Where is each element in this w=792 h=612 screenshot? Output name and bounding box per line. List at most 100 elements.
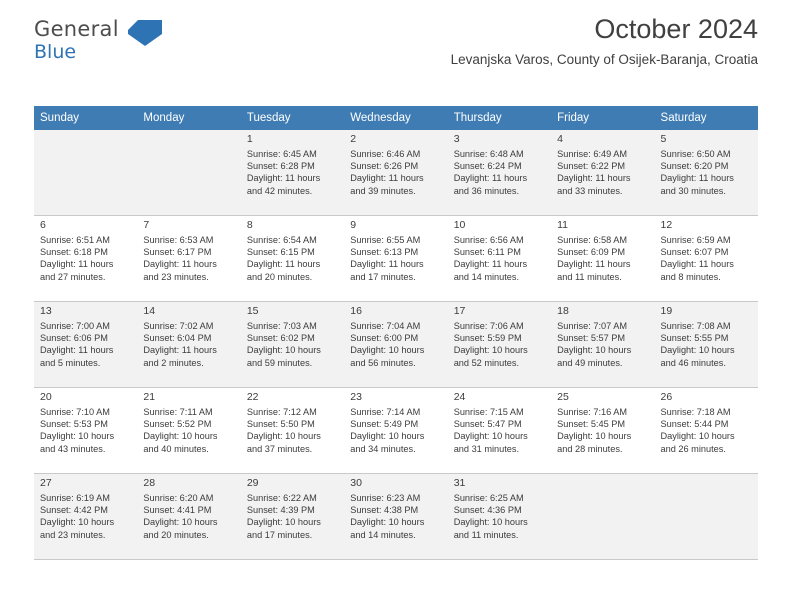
- day-details: Sunrise: 6:55 AM Sunset: 6:13 PM Dayligh…: [350, 235, 424, 282]
- day-number: 24: [453, 391, 466, 403]
- weekday-saturday: Saturday: [654, 106, 758, 130]
- day-details: Sunrise: 6:49 AM Sunset: 6:22 PM Dayligh…: [557, 149, 631, 196]
- day-cell: 5 Sunrise: 6:50 AM Sunset: 6:20 PM Daylig…: [654, 130, 758, 216]
- day-details: Sunrise: 7:18 AM Sunset: 5:44 PM Dayligh…: [660, 407, 735, 454]
- day-cell: 9 Sunrise: 6:55 AM Sunset: 6:13 PM Daylig…: [344, 215, 448, 302]
- croatia-flag-icon: [126, 18, 162, 46]
- weekday-thursday: Thursday: [447, 106, 552, 130]
- day-cell: 12 Sunrise: 6:59 AM Sunset: 6:07 PM Dayli…: [654, 215, 758, 302]
- day-details: Sunrise: 6:23 AM Sunset: 4:38 PM Dayligh…: [350, 493, 425, 540]
- page-title: October 2024: [594, 14, 758, 44]
- day-cell: 13 Sunrise: 7:00 AM Sunset: 6:06 PM Dayli…: [34, 301, 138, 388]
- day-number: 21: [143, 391, 156, 403]
- brand-logo: General Blue: [34, 18, 234, 70]
- day-cell: 7 Sunrise: 6:53 AM Sunset: 6:17 PM Daylig…: [137, 215, 241, 302]
- day-number: 14: [143, 305, 156, 317]
- day-details: Sunrise: 7:14 AM Sunset: 5:49 PM Dayligh…: [350, 407, 425, 454]
- day-number: 29: [246, 477, 259, 489]
- day-cell: 26 Sunrise: 7:18 AM Sunset: 5:44 PM Dayli…: [654, 387, 758, 474]
- day-number: 17: [453, 305, 466, 317]
- day-details: Sunrise: 7:06 AM Sunset: 5:59 PM Dayligh…: [453, 321, 528, 368]
- day-number: 6: [40, 219, 46, 231]
- day-cell: 2 Sunrise: 6:46 AM Sunset: 6:26 PM Daylig…: [344, 130, 448, 216]
- weekday-tuesday: Tuesday: [240, 106, 345, 130]
- day-cell: 28 Sunrise: 6:20 AM Sunset: 4:41 PM Dayli…: [137, 473, 241, 560]
- day-number: 31: [453, 477, 466, 489]
- day-details: Sunrise: 7:15 AM Sunset: 5:47 PM Dayligh…: [453, 407, 528, 454]
- weekday-sunday: Sunday: [34, 106, 138, 130]
- day-number: 25: [557, 391, 569, 403]
- day-cell: 3 Sunrise: 6:48 AM Sunset: 6:24 PM Daylig…: [447, 130, 552, 216]
- day-number: 19: [660, 305, 673, 317]
- day-details: Sunrise: 7:10 AM Sunset: 5:53 PM Dayligh…: [40, 407, 115, 454]
- day-cell: [654, 473, 758, 560]
- day-details: Sunrise: 7:03 AM Sunset: 6:02 PM Dayligh…: [246, 321, 321, 368]
- weekday-wednesday: Wednesday: [344, 106, 448, 130]
- day-cell: [137, 130, 241, 216]
- calendar-week-row: 1 Sunrise: 6:45 AM Sunset: 6:28 PM Daylig…: [34, 130, 758, 216]
- day-details: Sunrise: 6:50 AM Sunset: 6:20 PM Dayligh…: [660, 149, 734, 196]
- day-cell: 8 Sunrise: 6:54 AM Sunset: 6:15 PM Daylig…: [240, 215, 345, 302]
- weekday-friday: Friday: [551, 106, 655, 130]
- day-number: 15: [246, 305, 259, 317]
- calendar-week-row: 20 Sunrise: 7:10 AM Sunset: 5:53 PM Dayli…: [34, 387, 758, 474]
- day-cell: 25 Sunrise: 7:16 AM Sunset: 5:45 PM Dayli…: [551, 387, 655, 474]
- day-details: Sunrise: 6:59 AM Sunset: 6:07 PM Dayligh…: [660, 235, 734, 282]
- day-number: 9: [350, 219, 357, 231]
- day-cell: 14 Sunrise: 7:02 AM Sunset: 6:04 PM Dayli…: [137, 301, 241, 388]
- day-number: 30: [350, 477, 362, 489]
- calendar-week-row: 6 Sunrise: 6:51 AM Sunset: 6:18 PM Daylig…: [34, 215, 758, 302]
- day-cell: 17 Sunrise: 7:06 AM Sunset: 5:59 PM Dayli…: [447, 301, 552, 388]
- day-cell: 16 Sunrise: 7:04 AM Sunset: 6:00 PM Dayli…: [344, 301, 448, 388]
- day-cell: 31 Sunrise: 6:25 AM Sunset: 4:36 PM Dayli…: [447, 473, 552, 560]
- day-cell: 15 Sunrise: 7:03 AM Sunset: 6:02 PM Dayli…: [240, 301, 345, 388]
- day-number: 8: [246, 219, 253, 231]
- page-subtitle: Levanjska Varos, County of Osijek-Baranj…: [450, 52, 758, 67]
- day-number: 20: [40, 391, 52, 403]
- day-cell: 18 Sunrise: 7:07 AM Sunset: 5:57 PM Dayli…: [551, 301, 655, 388]
- day-cell: 30 Sunrise: 6:23 AM Sunset: 4:38 PM Dayli…: [344, 473, 448, 560]
- day-number: 11: [557, 219, 569, 231]
- calendar-page: General Blue October 2024 Levanjska Varo…: [0, 0, 792, 612]
- day-number: 18: [557, 305, 569, 317]
- day-number: 12: [660, 219, 673, 231]
- day-details: Sunrise: 7:16 AM Sunset: 5:45 PM Dayligh…: [557, 407, 632, 454]
- day-number: 4: [557, 133, 563, 145]
- day-cell: 11 Sunrise: 6:58 AM Sunset: 6:09 PM Dayli…: [551, 215, 655, 302]
- day-details: Sunrise: 7:02 AM Sunset: 6:04 PM Dayligh…: [143, 321, 217, 368]
- day-cell: 22 Sunrise: 7:12 AM Sunset: 5:50 PM Dayli…: [240, 387, 345, 474]
- day-number: 2: [350, 133, 357, 145]
- day-details: Sunrise: 6:20 AM Sunset: 4:41 PM Dayligh…: [143, 493, 218, 540]
- day-cell: 20 Sunrise: 7:10 AM Sunset: 5:53 PM Dayli…: [34, 387, 138, 474]
- day-details: Sunrise: 7:12 AM Sunset: 5:50 PM Dayligh…: [246, 407, 321, 454]
- day-cell: 29 Sunrise: 6:22 AM Sunset: 4:39 PM Dayli…: [240, 473, 345, 560]
- day-cell: [551, 473, 655, 560]
- day-cell: [34, 130, 138, 216]
- day-cell: 21 Sunrise: 7:11 AM Sunset: 5:52 PM Dayli…: [137, 387, 241, 474]
- day-details: Sunrise: 6:48 AM Sunset: 6:24 PM Dayligh…: [453, 149, 528, 196]
- day-number: 26: [660, 391, 673, 403]
- calendar-week-row: 27 Sunrise: 6:19 AM Sunset: 4:42 PM Dayli…: [34, 473, 758, 560]
- day-cell: 23 Sunrise: 7:14 AM Sunset: 5:49 PM Dayli…: [344, 387, 448, 474]
- day-number: 16: [350, 305, 362, 317]
- day-details: Sunrise: 6:51 AM Sunset: 6:18 PM Dayligh…: [40, 235, 114, 282]
- calendar-header-row: Sunday Monday Tuesday Wednesday Thursday…: [34, 106, 758, 130]
- day-details: Sunrise: 6:56 AM Sunset: 6:11 PM Dayligh…: [453, 235, 528, 282]
- day-number: 10: [453, 219, 466, 231]
- day-cell: 19 Sunrise: 7:08 AM Sunset: 5:55 PM Dayli…: [654, 301, 758, 388]
- day-details: Sunrise: 7:08 AM Sunset: 5:55 PM Dayligh…: [660, 321, 735, 368]
- day-details: Sunrise: 7:00 AM Sunset: 6:06 PM Dayligh…: [40, 321, 114, 368]
- day-number: 3: [453, 133, 460, 145]
- day-number: 28: [143, 477, 156, 489]
- day-number: 27: [40, 477, 52, 489]
- day-number: 22: [246, 391, 259, 403]
- day-details: Sunrise: 6:22 AM Sunset: 4:39 PM Dayligh…: [246, 493, 321, 540]
- day-details: Sunrise: 7:04 AM Sunset: 6:00 PM Dayligh…: [350, 321, 425, 368]
- day-details: Sunrise: 6:25 AM Sunset: 4:36 PM Dayligh…: [453, 493, 528, 540]
- day-cell: 1 Sunrise: 6:45 AM Sunset: 6:28 PM Daylig…: [240, 130, 345, 216]
- day-details: Sunrise: 6:53 AM Sunset: 6:17 PM Dayligh…: [143, 235, 217, 282]
- day-cell: 6 Sunrise: 6:51 AM Sunset: 6:18 PM Daylig…: [34, 215, 138, 302]
- day-details: Sunrise: 6:54 AM Sunset: 6:15 PM Dayligh…: [246, 235, 321, 282]
- day-details: Sunrise: 6:46 AM Sunset: 6:26 PM Dayligh…: [350, 149, 424, 196]
- day-cell: 24 Sunrise: 7:15 AM Sunset: 5:47 PM Dayli…: [447, 387, 552, 474]
